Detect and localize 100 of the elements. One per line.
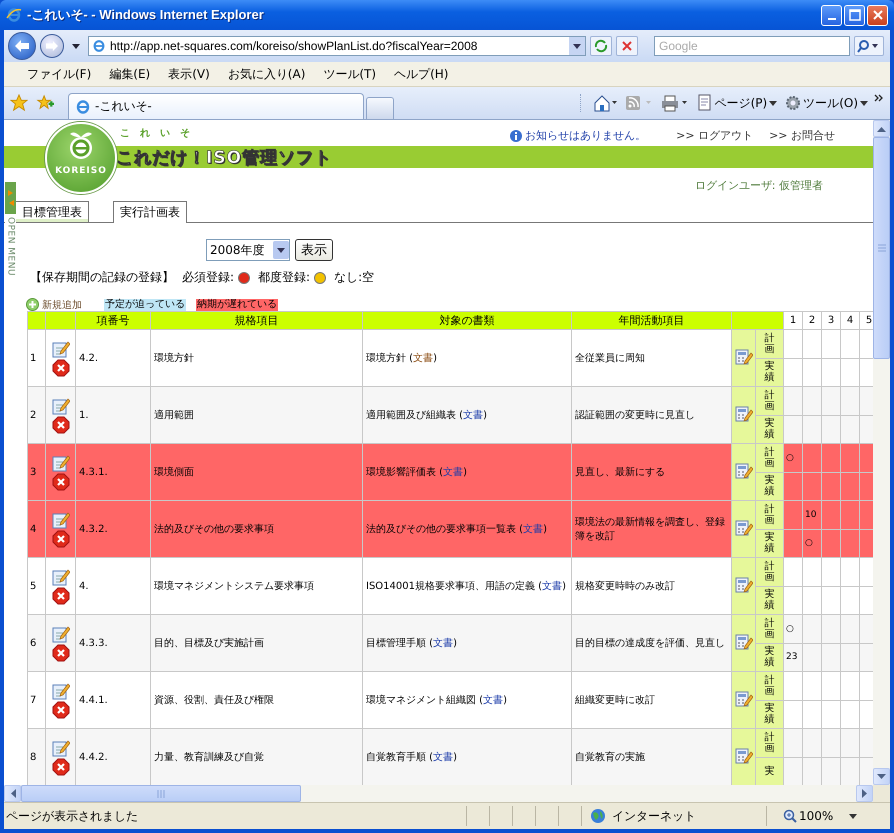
document-name: 法的及びその他の要求事項一覧表 ( [366,524,524,535]
delete-icon[interactable] [52,472,70,490]
back-button[interactable] [8,32,36,60]
menu-item[interactable]: ファイル(F) [18,66,100,82]
forward-button[interactable] [40,34,64,58]
document-link[interactable]: 文書 [483,695,504,706]
menu-item[interactable]: 編集(E) [100,66,160,82]
page-icon [75,98,91,114]
search-button[interactable] [854,36,884,56]
address-field[interactable]: http://app.net-squares.com/koreiso/showPlanList.do?fiscalYear=2008 [88,36,586,56]
table-cell: 4 [28,500,46,558]
document-link[interactable]: 文書 [542,581,562,592]
menu-item[interactable]: ヘルプ(H) [385,66,458,82]
month-cell [784,500,802,529]
page-menu-button[interactable]: ページ(P) [694,94,780,112]
vertical-scrollbar[interactable] [873,120,890,785]
header-link[interactable]: >> ログアウト [676,128,754,143]
tools-menu-button[interactable]: ツール(O) [783,94,870,112]
zoom-icon [783,809,797,823]
show-button[interactable]: 表示 [295,239,333,261]
edit-icon[interactable] [52,738,70,756]
scroll-left-button[interactable] [4,785,21,802]
record-edit-icon[interactable] [734,518,752,536]
dropdown-icon[interactable] [569,37,585,55]
edit-icon[interactable] [52,624,70,642]
delete-icon[interactable] [52,358,70,376]
month-cell [802,672,822,700]
delete-icon[interactable] [52,644,70,662]
delete-icon[interactable] [52,530,70,548]
scrollbar-thumb[interactable] [21,785,301,802]
month-cell [802,330,822,358]
record-edit-icon[interactable] [734,576,752,594]
refresh-button[interactable] [590,36,612,56]
globe-icon [590,808,606,824]
month-cell [784,415,802,444]
table-cell: 4.3.2. [76,500,150,558]
document-name-end: ) [483,410,487,421]
page-tab[interactable]: 実行計画表 [113,201,187,223]
maximize-button[interactable] [844,4,865,26]
scroll-right-button[interactable] [856,785,873,802]
zoom-button[interactable]: 100% [766,806,890,826]
year-select[interactable]: 2008年度 [206,239,290,261]
home-icon [592,94,617,112]
search-field[interactable]: Google [654,36,850,56]
scrollbar-thumb[interactable] [873,137,890,359]
menu-item[interactable]: お気に入り(A) [218,66,314,82]
document-name: 適用範囲及び組織表 ( [366,410,464,421]
table-cell: 環境マネジメントシステム要求事項 [150,558,362,614]
document-link[interactable]: 文書 [433,638,454,649]
delete-icon[interactable] [52,416,70,434]
document-link[interactable]: 文書 [433,752,454,763]
horizontal-scrollbar[interactable] [4,785,890,802]
more-chevron-icon[interactable] [874,94,884,104]
page-tab[interactable]: 目標管理表 [16,201,89,222]
column-header: 年間活動項目 [572,312,732,330]
month-cell [784,728,802,757]
star-icon[interactable] [10,94,28,112]
record-edit-icon[interactable] [734,348,752,366]
stop-button[interactable] [616,36,638,56]
add-favorite-icon[interactable] [36,94,54,112]
scroll-down-button[interactable] [873,768,890,785]
tab-label: -これいそ- [95,98,152,115]
month-cell [822,728,840,757]
delete-icon[interactable] [52,700,70,718]
record-edit-icon[interactable] [734,690,752,708]
close-button[interactable] [867,4,888,26]
add-new-link[interactable]: 新規追加 [26,298,82,312]
minimize-button[interactable] [821,4,842,26]
notice-link[interactable]: お知らせはありません。 [509,128,646,143]
edit-icon[interactable] [52,396,70,414]
scroll-up-button[interactable] [873,120,890,137]
menu-item[interactable]: 表示(V) [159,66,219,82]
delete-icon[interactable] [52,586,70,604]
edit-icon[interactable] [52,568,70,586]
browser-tab[interactable]: -これいそ- [68,93,364,119]
month-header: 5 [860,312,873,330]
menu-item[interactable]: ツール(T) [314,66,386,82]
month-cell [822,472,840,500]
edit-icon[interactable] [52,510,70,528]
table-cell: 法的及びその他の要求事項 [150,500,362,558]
history-dropdown-icon[interactable] [72,44,80,48]
document-link[interactable]: 文書 [463,410,484,421]
table-cell: 2 [28,386,46,444]
month-cell [822,558,840,586]
delete-icon[interactable] [52,758,70,776]
record-edit-icon[interactable] [734,632,752,650]
record-edit-icon[interactable] [734,462,752,480]
header-link[interactable]: >> お問合せ [769,128,835,143]
table-cell: 3 [28,444,46,500]
edit-icon[interactable] [52,682,70,700]
month-cell [840,415,860,444]
record-edit-icon[interactable] [734,746,752,764]
logo-title: これだけ！ISO管理ソフト [116,146,332,168]
document-link[interactable]: 文書 [413,353,434,364]
column-header: 規格項目 [150,312,362,330]
table-cell: 4.3.3. [76,614,150,672]
record-edit-icon[interactable] [734,404,752,422]
month-header: 1 [784,312,802,330]
edit-icon[interactable] [52,454,70,472]
edit-icon[interactable] [52,340,70,358]
